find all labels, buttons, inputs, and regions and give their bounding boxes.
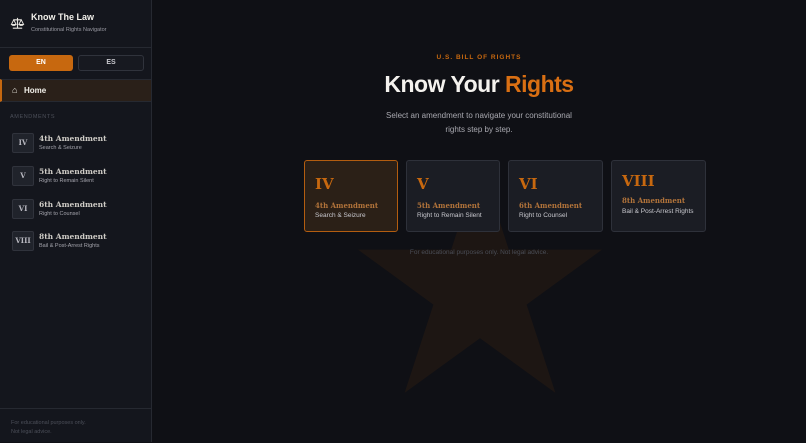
amendment-numeral-badge: VI	[12, 199, 34, 219]
home-icon: ⌂	[12, 85, 18, 95]
amendment-title: 4th Amendment	[39, 134, 107, 143]
brand-subtitle: Constitutional Rights Navigator	[31, 27, 107, 33]
footer-line: For educational purposes only.	[11, 420, 86, 426]
brand-title: Know The Law	[31, 12, 94, 22]
amendment-title: 5th Amendment	[39, 167, 107, 176]
brand-header: Know The Law Constitutional Rights Navig…	[0, 0, 151, 48]
amendment-title: 8th Amendment	[39, 232, 107, 241]
sidebar: Know The Law Constitutional Rights Navig…	[0, 0, 152, 442]
card-title: 8th Amendment	[622, 196, 686, 205]
section-label-amendments: AMENDMENTS	[10, 114, 56, 120]
card-numeral: VIII	[622, 172, 655, 190]
amendment-card-4th[interactable]: IV 4th Amendment Search & Seizure	[304, 160, 398, 232]
sidebar-item-4th-amendment[interactable]: IV 4th Amendment Search & Seizure	[0, 133, 151, 163]
sidebar-footer: For educational purposes only. Not legal…	[0, 408, 151, 443]
title-accent: Rights	[505, 71, 574, 97]
amendment-subtitle: Search & Seizure	[39, 145, 82, 151]
main-content: U.S. BILL OF RIGHTS Know Your Rights Sel…	[152, 0, 806, 442]
card-subtitle: Bail & Post-Arrest Rights	[622, 208, 694, 215]
amendment-numeral-badge: V	[12, 166, 34, 186]
lead-text: Select an amendment to navigate your con…	[386, 111, 572, 134]
amendment-numeral-badge: IV	[12, 133, 34, 153]
card-subtitle: Search & Seizure	[315, 212, 366, 219]
amendment-subtitle: Right to Counsel	[39, 211, 80, 217]
sidebar-item-6th-amendment[interactable]: VI 6th Amendment Right to Counsel	[0, 199, 151, 229]
amendment-numeral-badge: VIII	[12, 231, 34, 251]
card-title: 4th Amendment	[315, 201, 379, 210]
language-es-button[interactable]: ES	[78, 55, 144, 71]
page-title: Know Your Rights	[152, 71, 806, 98]
amendment-card-8th[interactable]: VIII 8th Amendment Bail & Post-Arrest Ri…	[611, 160, 706, 232]
card-subtitle: Right to Counsel	[519, 212, 568, 219]
card-title: 6th Amendment	[519, 201, 583, 210]
amendment-subtitle: Bail & Post-Arrest Rights	[39, 243, 100, 249]
amendment-title: 6th Amendment	[39, 200, 107, 209]
sidebar-item-8th-amendment[interactable]: VIII 8th Amendment Bail & Post-Arrest Ri…	[0, 231, 151, 261]
language-en-button[interactable]: EN	[9, 55, 73, 71]
disclaimer: For educational purposes only. Not legal…	[409, 249, 549, 256]
card-numeral: IV	[315, 175, 334, 193]
scales-icon	[10, 17, 25, 29]
amendment-subtitle: Right to Remain Silent	[39, 178, 94, 184]
sidebar-item-home[interactable]: ⌂ Home	[0, 79, 151, 102]
card-subtitle: Right to Remain Silent	[417, 212, 482, 219]
sidebar-item-5th-amendment[interactable]: V 5th Amendment Right to Remain Silent	[0, 166, 151, 196]
title-prefix: Know Your	[384, 71, 500, 97]
amendment-card-6th[interactable]: VI 6th Amendment Right to Counsel	[508, 160, 603, 232]
eyebrow: U.S. BILL OF RIGHTS	[436, 54, 522, 61]
card-numeral: VI	[519, 175, 538, 193]
amendment-card-5th[interactable]: V 5th Amendment Right to Remain Silent	[406, 160, 500, 232]
sidebar-item-label: Home	[24, 86, 47, 95]
card-numeral: V	[417, 175, 429, 193]
card-title: 5th Amendment	[417, 201, 481, 210]
footer-line: Not legal advice.	[11, 429, 52, 435]
